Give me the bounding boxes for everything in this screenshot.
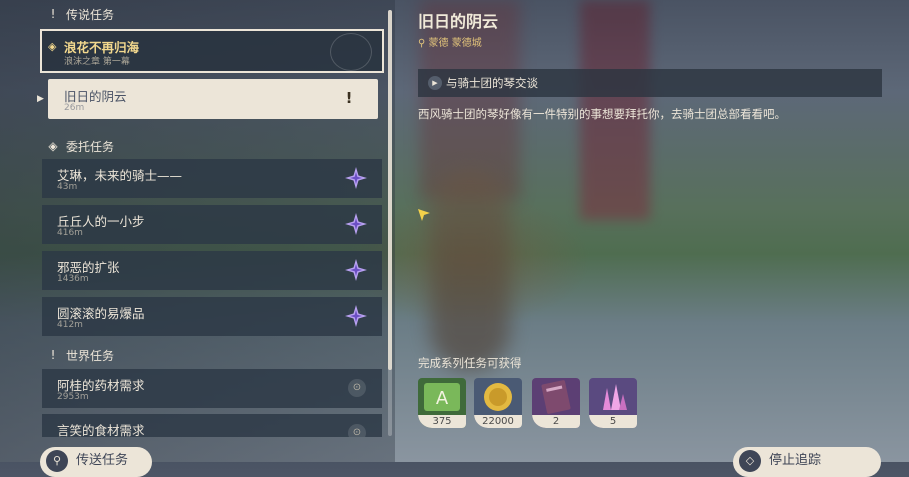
quest-detail-title: 旧日的阴云 [418, 12, 499, 31]
commission-star-icon [345, 167, 367, 189]
background-npc-figure [430, 170, 510, 370]
commission-star-icon [345, 305, 367, 327]
quest-distance: 1436m [57, 274, 89, 284]
world-quest-item[interactable]: 言笑的食材需求 ⊙ [42, 414, 382, 437]
map-pin-icon: ⊙ [348, 379, 366, 397]
svg-text:A: A [436, 388, 449, 409]
quest-distance: 26m [64, 103, 85, 113]
reward-heros-wit[interactable]: 2 [532, 378, 580, 428]
reward-count: 2 [532, 415, 580, 428]
stop-tracking-button[interactable]: ◇ 停止追踪 [733, 447, 881, 477]
exclamation-icon: ! [50, 348, 56, 362]
quest-description: 西风骑士团的琴好像有一件特别的事想要拜托你，去骑士团总部看看吧。 [418, 107, 786, 121]
world-quest-item[interactable]: 阿桂的药材需求 2953m ⊙ [42, 369, 382, 408]
location-pin-icon: ⚲ [418, 38, 429, 49]
quest-distance: 412m [57, 320, 83, 330]
book-icon [541, 380, 571, 414]
rewards-label: 完成系列任务可获得 [418, 356, 522, 370]
teleport-button[interactable]: ⚲ 传送任务 [40, 447, 152, 477]
teleport-label: 传送任务 [76, 453, 129, 468]
selection-arrow-icon: ▶ [37, 94, 44, 104]
reward-count: 375 [418, 415, 466, 428]
reward-count: 5 [589, 415, 637, 428]
stop-tracking-label: 停止追踪 [769, 453, 822, 468]
location-text: 蒙德 蒙德城 [428, 38, 482, 49]
section-label: 委托任务 [66, 139, 115, 154]
commission-item[interactable]: 邪恶的扩张 1436m [42, 251, 382, 290]
commission-item[interactable]: 圆滚滚的易爆品 412m [42, 297, 382, 336]
section-label: 传说任务 [66, 7, 115, 22]
quest-title: 言笑的食材需求 [57, 423, 145, 437]
quest-list-scroll-thumb[interactable] [388, 10, 392, 370]
adventure-exp-icon: A [424, 383, 460, 411]
reward-crystal[interactable]: 5 [589, 378, 637, 428]
reward-count: 22000 [474, 415, 522, 428]
crystal-icon [603, 384, 627, 410]
quest-diamond-icon: ◈ [48, 40, 57, 53]
teleport-icon: ⚲ [46, 450, 68, 472]
quest-objective-bar: ▶ 与骑士团的琴交谈 [418, 69, 882, 97]
commission-star-icon [345, 259, 367, 281]
section-label: 世界任务 [66, 348, 115, 363]
map-pin-icon: ⊙ [348, 424, 366, 437]
reward-adventure-exp[interactable]: A 375 [418, 378, 466, 428]
quest-location: ⚲ 蒙德 蒙德城 [418, 34, 482, 49]
commission-diamond-icon: ◈ [48, 139, 58, 153]
quest-alert-icon: ! [338, 87, 360, 109]
archon-emblem-icon [330, 33, 372, 71]
quest-chapter: 浪沫之章 第一幕 [64, 57, 130, 67]
reward-mora[interactable]: 22000 [474, 378, 522, 428]
section-header-archon: ! 传说任务 [46, 4, 114, 24]
section-header-world: ! 世界任务 [46, 345, 114, 365]
tracking-icon: ◇ [739, 450, 761, 472]
objective-text: 与骑士团的琴交谈 [446, 76, 538, 90]
quest-distance: 43m [57, 182, 78, 192]
quest-distance: 2953m [57, 392, 89, 402]
commission-item[interactable]: 艾琳，未来的骑士—— 43m [42, 159, 382, 198]
commission-star-icon [345, 213, 367, 235]
archon-quest-card[interactable]: ◈ 浪花不再归海 浪沫之章 第一幕 [40, 29, 384, 73]
exclamation-icon: ! [50, 7, 56, 21]
commission-item[interactable]: 丘丘人的一小步 416m [42, 205, 382, 244]
active-subquest-card[interactable]: 旧日的阴云 26m ! [48, 79, 378, 119]
section-header-commission: ◈ 委托任务 [46, 136, 114, 156]
objective-play-icon: ▶ [428, 76, 442, 90]
quest-distance: 416m [57, 228, 83, 238]
mora-coin-icon [484, 383, 512, 411]
navigation-marker-icon [418, 209, 430, 221]
